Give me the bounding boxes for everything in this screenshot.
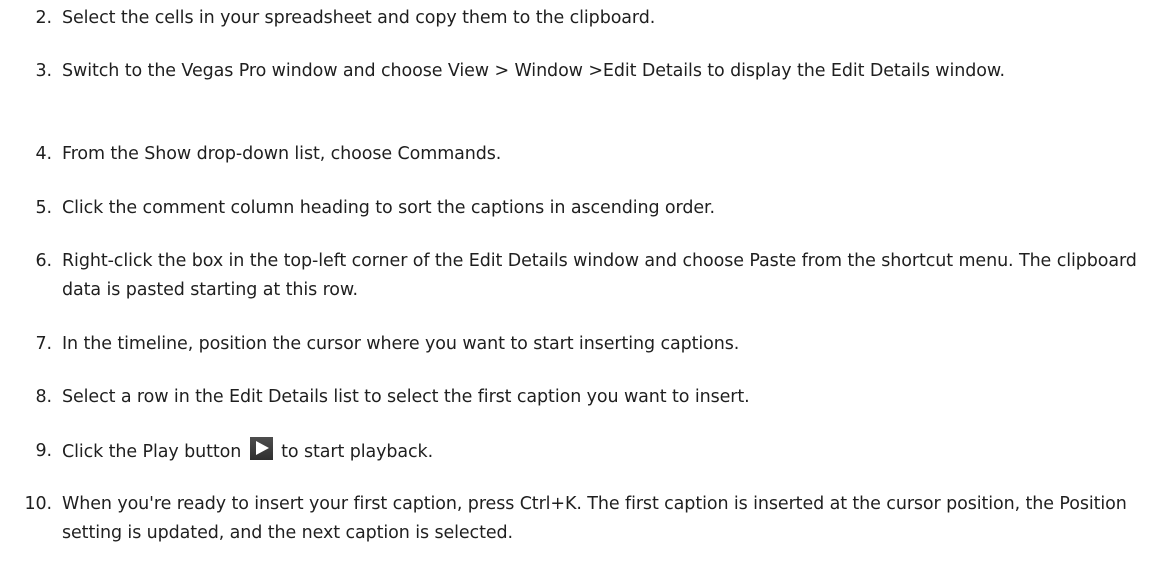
play-icon (249, 437, 273, 460)
step-text: Select the cells in your spreadsheet and… (62, 8, 656, 28)
instruction-steps-list: 2. Select the cells in your spreadsheet … (0, 0, 1176, 582)
step-number: 9. (35, 441, 53, 461)
step-text: Click the comment column heading to sort… (62, 198, 715, 218)
step-number: 10. (24, 494, 52, 514)
step-number: 6. (35, 251, 53, 271)
step-text: Right-click the box in the top-left corn… (62, 251, 1137, 300)
step-number: 7. (35, 334, 53, 354)
step-number: 2. (35, 8, 53, 28)
step-text-after: to start playback. (281, 442, 434, 462)
step-text-before: Click the Play button (62, 442, 242, 462)
step-number: 4. (35, 144, 53, 164)
step-text: Click the Play button to start playback. (62, 437, 1172, 467)
step-text: From the Show drop-down list, choose Com… (62, 144, 502, 164)
step-text: In the timeline, position the cursor whe… (62, 334, 740, 354)
step-text: Switch to the Vegas Pro window and choos… (62, 61, 1005, 81)
step-number: 5. (35, 198, 53, 218)
step-number: 8. (35, 387, 53, 407)
step-text: When you're ready to insert your first c… (62, 494, 1127, 543)
step-text: Select a row in the Edit Details list to… (62, 387, 750, 407)
step-number: 3. (35, 61, 53, 81)
